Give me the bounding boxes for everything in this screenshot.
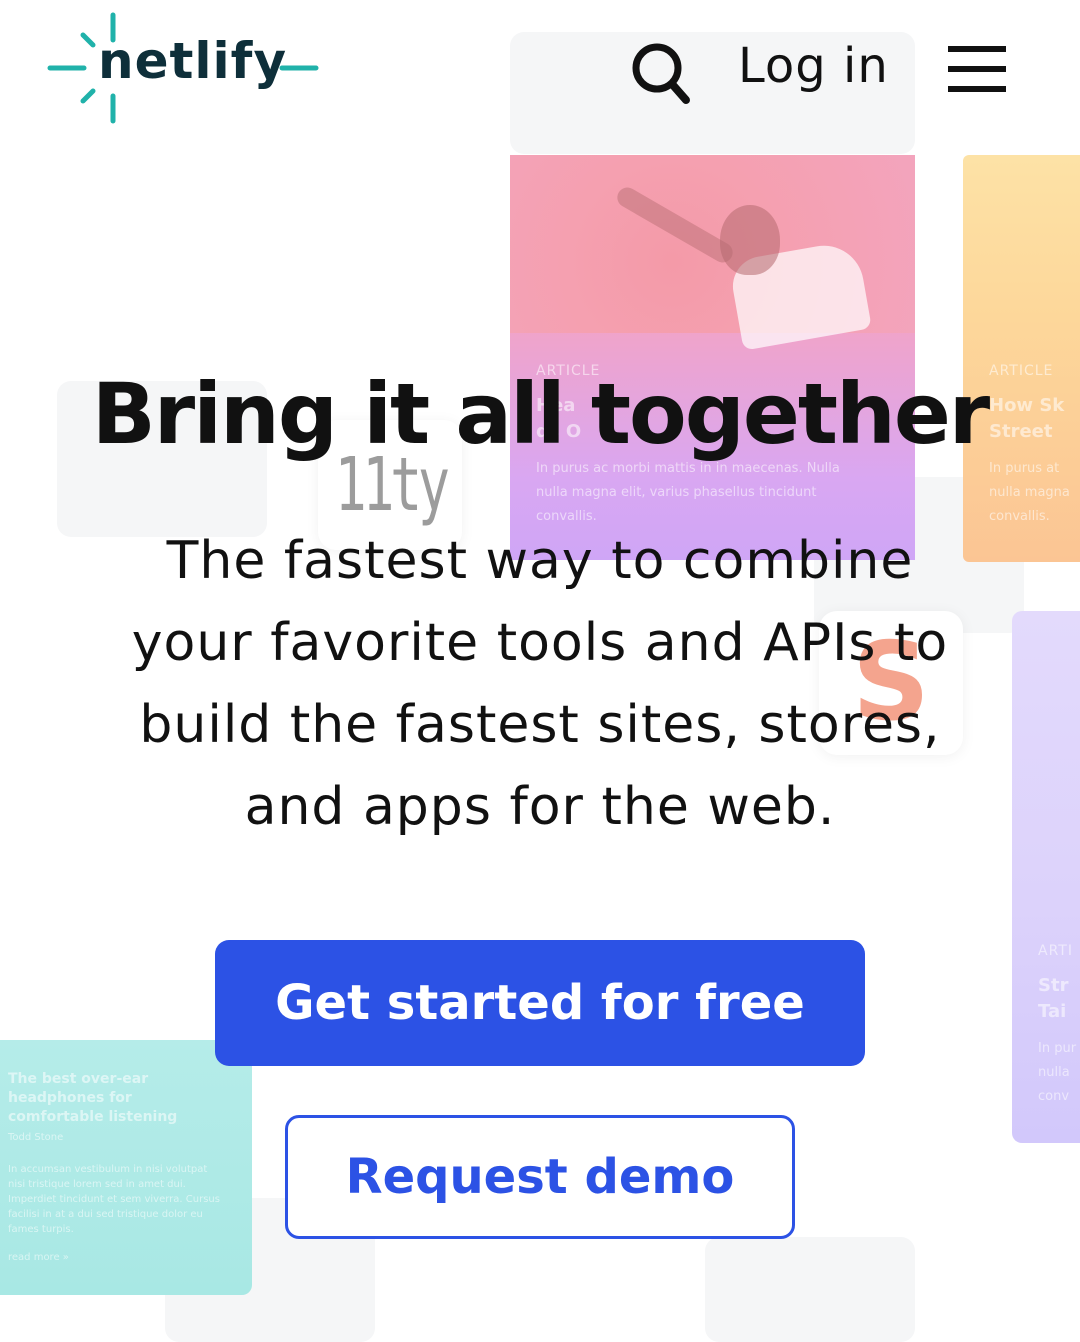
hamburger-menu-icon	[948, 46, 1006, 52]
netlify-logo[interactable]: netlify	[46, 12, 326, 124]
menu-button[interactable]	[946, 44, 1010, 96]
get-started-button[interactable]: Get started for free	[215, 940, 865, 1066]
request-demo-button[interactable]: Request demo	[285, 1115, 795, 1239]
hero-headline: Bring it all together	[91, 365, 990, 463]
hero-subhead: The fastest way to combine your favorite…	[131, 531, 949, 837]
netlify-wordmark: netlify	[98, 32, 288, 90]
login-link[interactable]: Log in	[738, 38, 889, 94]
site-header: netlify Log in	[0, 0, 1080, 140]
hamburger-menu-icon	[948, 86, 1006, 92]
hero-section: Bring it all together The fastest way to…	[0, 0, 1080, 1342]
search-button[interactable]	[630, 40, 692, 106]
search-icon	[632, 43, 690, 104]
netlify-homepage: ARTICLE Hea ds O In purus ac morbi matti…	[0, 0, 1080, 1342]
hamburger-menu-icon	[948, 66, 1006, 72]
